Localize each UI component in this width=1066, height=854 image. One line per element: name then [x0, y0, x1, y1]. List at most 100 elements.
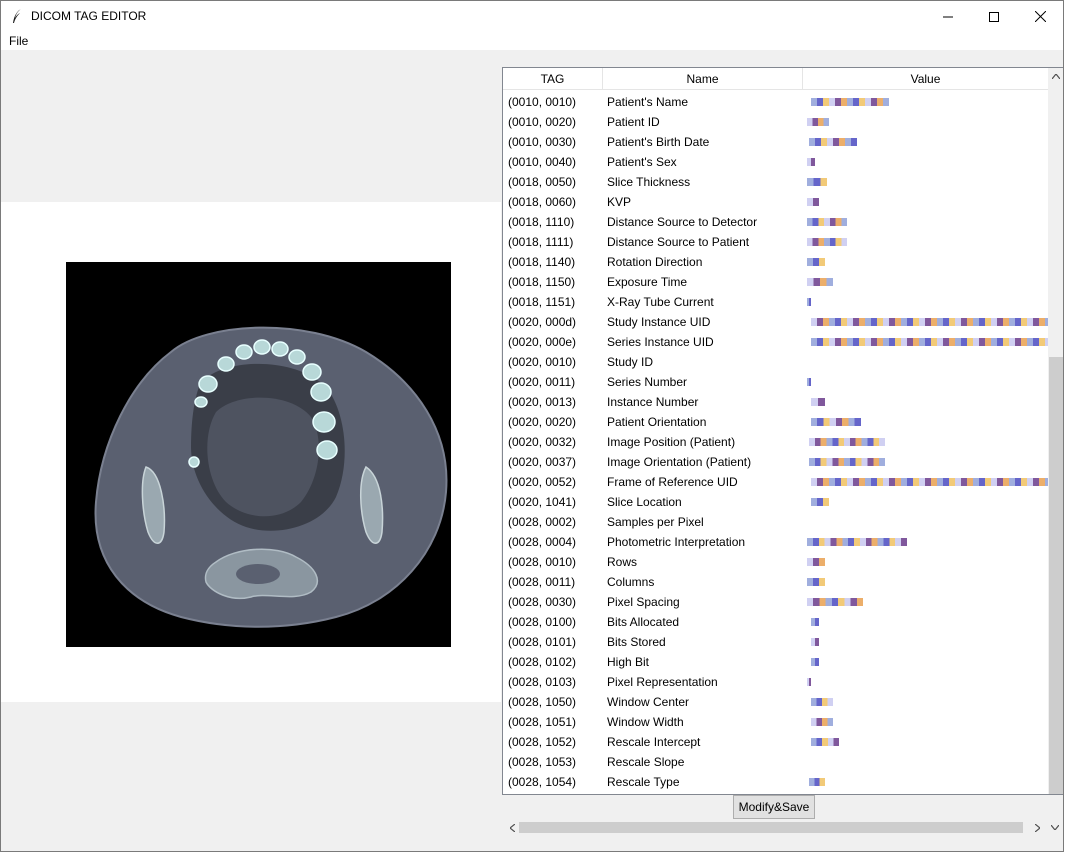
- value-cell[interactable]: [805, 672, 1048, 692]
- menu-file[interactable]: File: [9, 34, 28, 48]
- table-row[interactable]: (0028, 0103) Pixel Representation: [503, 672, 1048, 692]
- table-row[interactable]: (0018, 1151) X-Ray Tube Current: [503, 292, 1048, 312]
- horizontal-scroll-thumb[interactable]: [519, 822, 1023, 833]
- scroll-right-arrow-icon[interactable]: [1030, 820, 1044, 835]
- table-row[interactable]: (0028, 1052) Rescale Intercept: [503, 732, 1048, 752]
- table-row[interactable]: (0028, 0010) Rows: [503, 552, 1048, 572]
- table-row[interactable]: (0018, 1110) Distance Source to Detector: [503, 212, 1048, 232]
- table-row[interactable]: (0010, 0030) Patient's Birth Date: [503, 132, 1048, 152]
- column-header-name[interactable]: Name: [603, 68, 803, 90]
- value-cell[interactable]: [805, 212, 1048, 232]
- table-row[interactable]: (0028, 1054) Rescale Type: [503, 772, 1048, 792]
- name-cell: Exposure Time: [607, 275, 688, 289]
- scroll-left-arrow-icon[interactable]: [505, 820, 519, 835]
- table-row[interactable]: (0028, 1053) Rescale Slope: [503, 752, 1048, 772]
- name-cell: X-Ray Tube Current: [607, 295, 714, 309]
- name-cell: Distance Source to Detector: [607, 215, 758, 229]
- table-row[interactable]: (0028, 0100) Bits Allocated: [503, 612, 1048, 632]
- table-row[interactable]: (0018, 1111) Distance Source to Patient: [503, 232, 1048, 252]
- value-cell[interactable]: [805, 452, 1048, 472]
- table-row[interactable]: (0018, 1150) Exposure Time: [503, 272, 1048, 292]
- table-row[interactable]: (0020, 0013) Instance Number: [503, 392, 1048, 412]
- value-cell[interactable]: [805, 192, 1048, 212]
- table-row[interactable]: (0028, 1050) Window Center: [503, 692, 1048, 712]
- scroll-up-arrow-icon[interactable]: [1048, 68, 1063, 84]
- table-row[interactable]: (0028, 0002) Samples per Pixel: [503, 512, 1048, 532]
- horizontal-scrollbar[interactable]: [502, 819, 1063, 836]
- table-row[interactable]: (0020, 0032) Image Position (Patient): [503, 432, 1048, 452]
- value-cell[interactable]: [805, 292, 1048, 312]
- table-row[interactable]: (0028, 1051) Window Width: [503, 712, 1048, 732]
- value-cell[interactable]: [805, 552, 1048, 572]
- value-cell[interactable]: [805, 592, 1048, 612]
- table-row[interactable]: (0020, 0011) Series Number: [503, 372, 1048, 392]
- tag-cell: (0018, 1150): [508, 275, 576, 289]
- value-cell[interactable]: [805, 132, 1048, 152]
- value-cell[interactable]: [805, 112, 1048, 132]
- value-cell[interactable]: [805, 412, 1048, 432]
- value-cell[interactable]: [805, 232, 1048, 252]
- minimize-button[interactable]: [925, 1, 971, 32]
- value-cell[interactable]: [805, 432, 1048, 452]
- value-cell[interactable]: [805, 352, 1048, 372]
- value-cell[interactable]: [805, 472, 1048, 492]
- value-cell[interactable]: [805, 252, 1048, 272]
- maximize-button[interactable]: [971, 1, 1017, 32]
- column-header-value[interactable]: Value: [803, 68, 1048, 90]
- value-cell[interactable]: [805, 752, 1048, 772]
- value-cell[interactable]: [805, 532, 1048, 552]
- redacted-value: [811, 718, 833, 726]
- table-row[interactable]: (0018, 0060) KVP: [503, 192, 1048, 212]
- table-row[interactable]: (0020, 0010) Study ID: [503, 352, 1048, 372]
- table-row[interactable]: (0028, 0030) Pixel Spacing: [503, 592, 1048, 612]
- value-cell[interactable]: [805, 712, 1048, 732]
- value-cell[interactable]: [805, 152, 1048, 172]
- column-header-tag[interactable]: TAG: [503, 68, 603, 90]
- table-row[interactable]: (0020, 0020) Patient Orientation: [503, 412, 1048, 432]
- value-cell[interactable]: [805, 572, 1048, 592]
- value-cell[interactable]: [805, 92, 1048, 112]
- modify-save-button[interactable]: Modify&Save: [733, 795, 815, 819]
- value-cell[interactable]: [805, 632, 1048, 652]
- table-row[interactable]: (0018, 1140) Rotation Direction: [503, 252, 1048, 272]
- table-row[interactable]: (0028, 0102) High Bit: [503, 652, 1048, 672]
- table-row[interactable]: (0018, 0050) Slice Thickness: [503, 172, 1048, 192]
- value-cell[interactable]: [805, 692, 1048, 712]
- table-row[interactable]: (0020, 0052) Frame of Reference UID: [503, 472, 1048, 492]
- value-cell[interactable]: [805, 732, 1048, 752]
- tag-cell: (0020, 1041): [508, 495, 577, 509]
- table-row[interactable]: (0028, 0011) Columns: [503, 572, 1048, 592]
- table-row[interactable]: (0028, 0004) Photometric Interpretation: [503, 532, 1048, 552]
- table-row[interactable]: (0020, 1041) Slice Location: [503, 492, 1048, 512]
- value-cell[interactable]: [805, 492, 1048, 512]
- value-cell[interactable]: [805, 332, 1048, 352]
- value-cell[interactable]: [805, 512, 1048, 532]
- tag-cell: (0010, 0010): [508, 95, 577, 109]
- value-cell[interactable]: [805, 392, 1048, 412]
- table-row[interactable]: (0010, 0020) Patient ID: [503, 112, 1048, 132]
- table-row[interactable]: (0020, 000d) Study Instance UID: [503, 312, 1048, 332]
- table-row[interactable]: (0028, 0101) Bits Stored: [503, 632, 1048, 652]
- tag-cell: (0010, 0020): [508, 115, 577, 129]
- value-cell[interactable]: [805, 612, 1048, 632]
- value-cell[interactable]: [805, 372, 1048, 392]
- vertical-scroll-thumb[interactable]: [1049, 357, 1063, 794]
- value-cell[interactable]: [805, 772, 1048, 792]
- vertical-scrollbar[interactable]: [1048, 68, 1063, 794]
- value-cell[interactable]: [805, 272, 1048, 292]
- tag-cell: (0020, 0020): [508, 415, 577, 429]
- table-row[interactable]: (0020, 0037) Image Orientation (Patient): [503, 452, 1048, 472]
- value-cell[interactable]: [805, 172, 1048, 192]
- scroll-down-arrow-icon[interactable]: [1047, 820, 1063, 835]
- close-button[interactable]: [1017, 1, 1063, 32]
- table-row[interactable]: (0020, 000e) Series Instance UID: [503, 332, 1048, 352]
- table-row[interactable]: (0010, 0010) Patient's Name: [503, 92, 1048, 112]
- tag-cell: (0018, 1151): [508, 295, 576, 309]
- value-cell[interactable]: [805, 652, 1048, 672]
- name-cell: Rescale Type: [607, 775, 680, 789]
- table-row[interactable]: (0010, 0040) Patient's Sex: [503, 152, 1048, 172]
- tag-cell: (0018, 1110): [508, 215, 575, 229]
- menu-bar: File: [1, 32, 1063, 50]
- title-bar[interactable]: DICOM TAG EDITOR: [1, 1, 1063, 32]
- value-cell[interactable]: [805, 312, 1048, 332]
